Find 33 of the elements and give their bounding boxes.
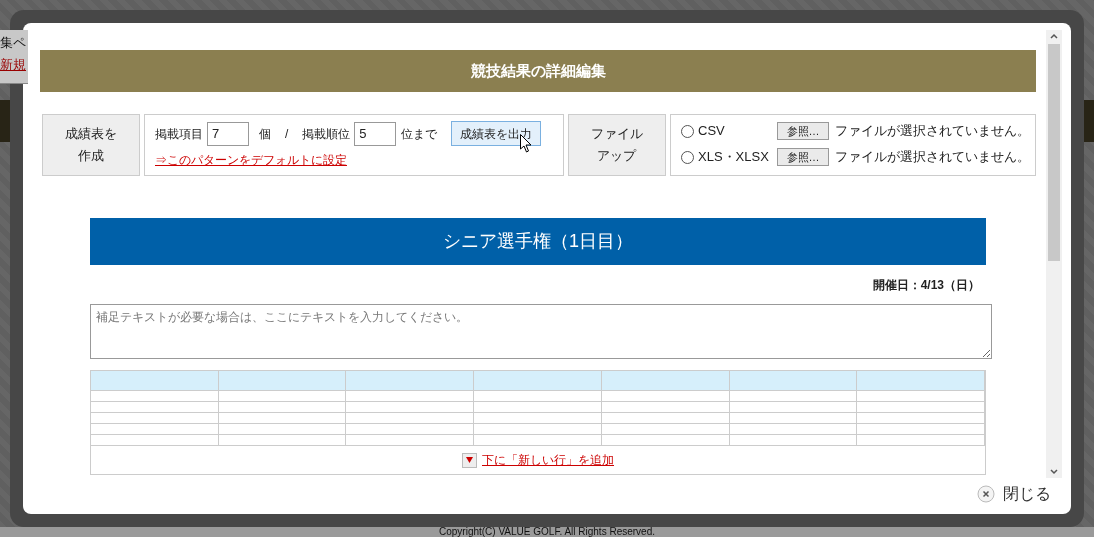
scrollbar[interactable] xyxy=(1046,30,1062,478)
radio-button[interactable] xyxy=(681,150,694,164)
section-label: 成績表を作成 xyxy=(42,114,140,176)
scroll-down-icon[interactable] xyxy=(1050,469,1058,475)
event-title: シニア選手権（1日目） xyxy=(443,230,633,253)
scroll-up-icon[interactable] xyxy=(1050,33,1058,39)
dialog-title: 競技結果の詳細編集 xyxy=(470,60,606,81)
note-field[interactable]: 補足テキストが必要な場合は、ここにテキストを入力してください。 xyxy=(90,304,992,359)
browse-button[interactable]: 参照… xyxy=(777,122,829,140)
file-status: ファイルが選択されていません。 xyxy=(835,148,1030,167)
input-field[interactable]: 7 xyxy=(207,121,249,146)
close-icon xyxy=(977,485,995,503)
unit-label: 位まで xyxy=(401,125,438,143)
field-label: 掲載順位 xyxy=(302,125,351,143)
page-heading: 集ペ xyxy=(0,35,27,51)
input-field[interactable]: 5 xyxy=(354,121,397,146)
field-label: 掲載項目 xyxy=(155,125,203,143)
unit-label: 個 xyxy=(259,125,271,143)
file-status: ファイルが選択されていません。 xyxy=(835,122,1030,141)
copyright-text: Copyright(C) VALUE GOLF. All Rights Reserved. xyxy=(439,527,655,537)
add-row-icon[interactable] xyxy=(462,452,477,468)
separator-text: / xyxy=(285,125,289,143)
event-date: 開催日：4/13（日） xyxy=(872,277,980,294)
section-label: ファイルアップ xyxy=(568,114,666,176)
radio-label: CSV xyxy=(698,122,726,141)
page-link[interactable]: 新規 xyxy=(0,57,26,73)
browse-button[interactable]: 参照… xyxy=(777,148,829,166)
radio-button[interactable] xyxy=(681,124,694,138)
add-row-link[interactable]: 下に「新しい行」を追加 xyxy=(482,451,614,469)
scroll-thumb[interactable] xyxy=(1048,44,1060,261)
close-button[interactable]: 閉じる xyxy=(977,482,1051,506)
default-link[interactable]: ⇒このパターンをデフォルトに設定 xyxy=(155,151,347,169)
radio-label: XLS・XLSX xyxy=(698,148,770,167)
